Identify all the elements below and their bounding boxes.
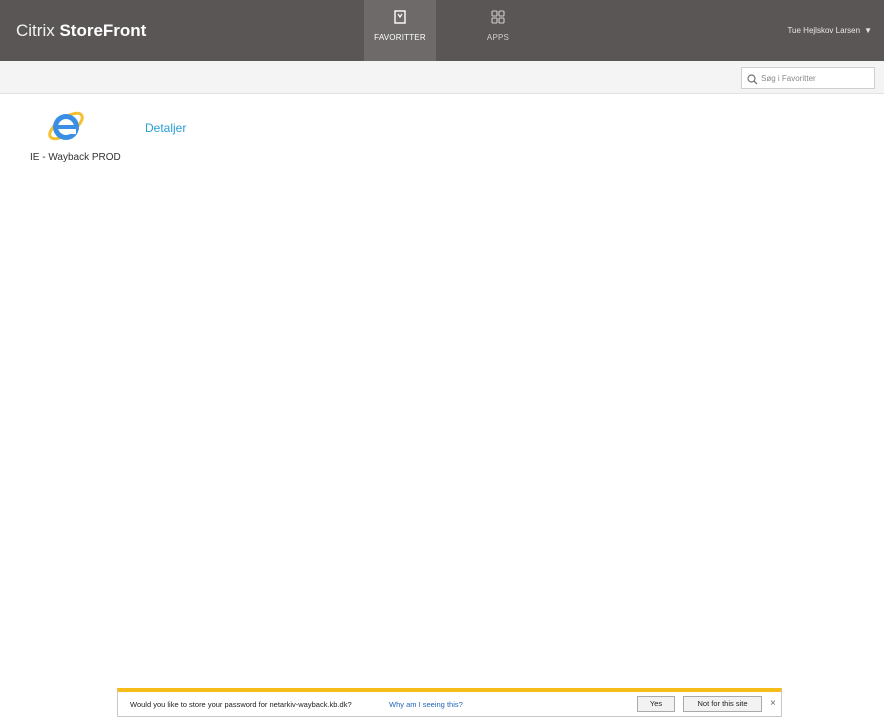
tab-favoritter-label: FAVORITTER xyxy=(374,33,426,42)
top-bar: Citrix StoreFront FAVORITTER APPS Tue He… xyxy=(0,0,884,61)
user-menu[interactable]: Tue Hejlskov Larsen ▼ xyxy=(787,26,872,35)
app-brand: Citrix StoreFront xyxy=(16,21,146,41)
yes-button[interactable]: Yes xyxy=(637,696,675,712)
search-icon xyxy=(747,72,758,90)
brand-name-bold: StoreFront xyxy=(59,21,147,40)
details-link[interactable]: Detaljer xyxy=(145,121,186,135)
app-name: IE - Wayback PROD xyxy=(30,152,121,163)
not-for-this-site-button[interactable]: Not for this site xyxy=(683,696,762,712)
password-prompt-message: Would you like to store your password fo… xyxy=(130,700,352,709)
search-input[interactable] xyxy=(761,70,871,86)
bookmark-icon xyxy=(364,10,436,29)
caret-down-icon: ▼ xyxy=(864,26,872,35)
user-name: Tue Hejlskov Larsen xyxy=(787,26,861,35)
why-link[interactable]: Why am I seeing this? xyxy=(389,700,463,709)
tab-favoritter[interactable]: FAVORITTER xyxy=(364,0,436,61)
tab-apps[interactable]: APPS xyxy=(462,0,534,61)
tab-apps-label: APPS xyxy=(486,33,510,42)
close-icon[interactable]: × xyxy=(770,698,776,709)
internet-explorer-icon xyxy=(46,106,86,146)
password-notification-bar: Would you like to store your password fo… xyxy=(117,688,782,717)
app-tile[interactable]: IE - Wayback PROD xyxy=(30,104,140,166)
apps-grid-icon xyxy=(462,10,534,29)
brand-name-light: Citrix xyxy=(16,21,60,40)
search-box[interactable] xyxy=(741,67,875,89)
